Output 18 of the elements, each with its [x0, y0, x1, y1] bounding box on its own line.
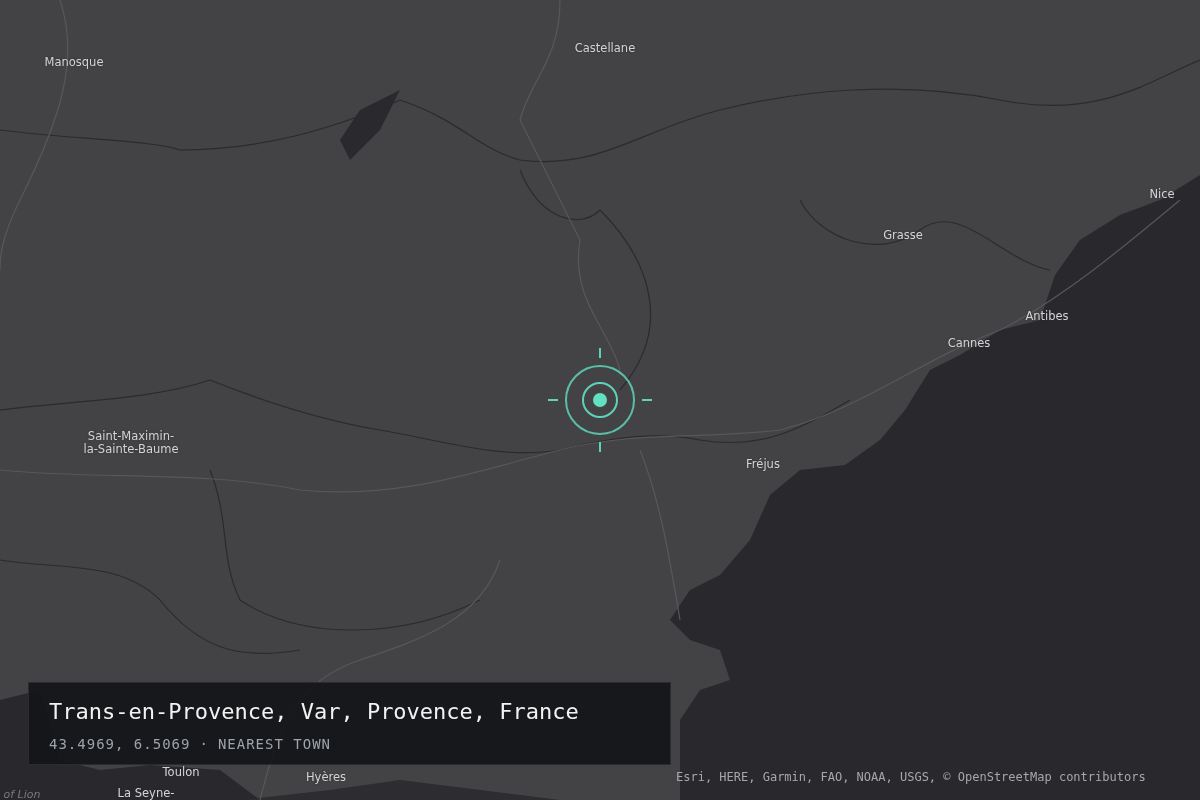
place-label: of Lion	[3, 788, 41, 800]
place-label: Grasse	[883, 228, 923, 242]
place-label: Nice	[1149, 187, 1175, 201]
nearest-town-tag: NEAREST TOWN	[217, 736, 332, 752]
place-label: Antibes	[1025, 309, 1069, 323]
separator-dot: ·	[199, 736, 209, 752]
place-label: Toulon	[162, 765, 200, 779]
place-label: Castellane	[574, 41, 636, 55]
coordinates: 43.4969, 6.5069	[49, 736, 191, 752]
place-label: Hyères	[305, 770, 347, 784]
place-label: Fréjus	[746, 457, 780, 471]
place-label: Manosque	[44, 55, 104, 69]
place-name: Trans-en-Provence, Var, Provence, France	[49, 699, 580, 724]
place-label: La Seyne-	[117, 786, 175, 800]
location-target-icon	[546, 346, 654, 454]
place-label: Cannes	[947, 336, 991, 350]
place-label: Saint-Maximin- la-Sainte-Baume	[83, 430, 179, 456]
map-attribution: Esri, HERE, Garmin, FAO, NOAA, USGS, © OpenStreetMap contributors	[676, 770, 1146, 784]
